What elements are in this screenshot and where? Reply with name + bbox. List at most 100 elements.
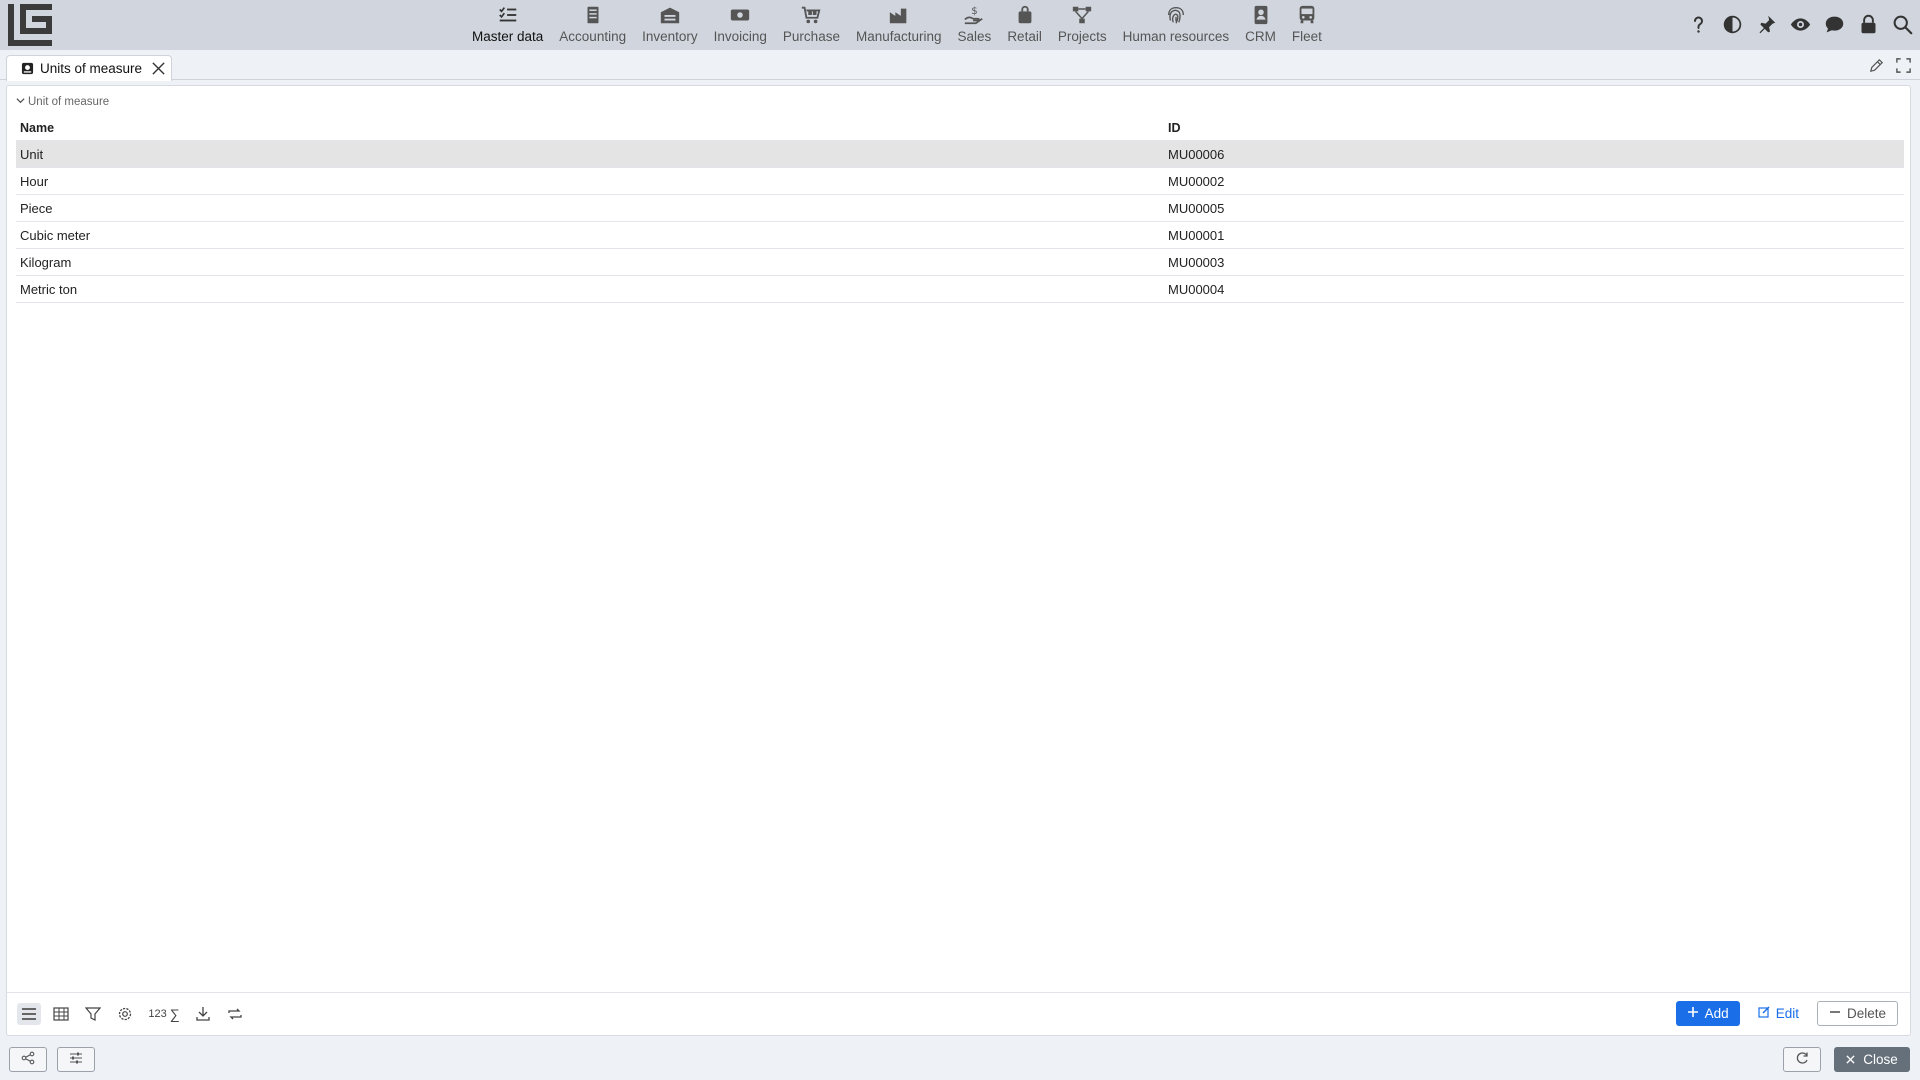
bus-icon [1295,4,1319,26]
gear-icon[interactable] [113,1003,137,1025]
shopping-bag-icon [1013,4,1037,26]
project-tree-icon [1070,4,1094,26]
chat-icon[interactable] [1822,12,1846,36]
share-button[interactable] [9,1047,47,1072]
module-projects[interactable]: Projects [1050,0,1115,50]
tab-strip-tools [1868,57,1912,74]
filter-icon[interactable] [81,1003,105,1025]
table-row[interactable]: Piece MU00005 [16,195,1904,222]
ruler-icon [21,62,34,75]
module-label: Purchase [782,29,840,44]
add-button[interactable]: Add [1675,1001,1740,1026]
edit-button[interactable]: Edit [1754,1001,1803,1026]
module-label: CRM [1245,29,1276,44]
column-header-id[interactable]: ID [1168,121,1904,135]
cell-name: Unit [20,146,44,162]
module-master-data[interactable]: Master data [464,0,551,50]
module-crm[interactable]: CRM [1237,0,1284,50]
module-label: Inventory [642,29,698,44]
factory-icon [887,4,911,26]
cell-id: MU00005 [1168,200,1225,216]
cell-id: MU00004 [1168,281,1225,297]
delete-button[interactable]: Delete [1816,1001,1898,1026]
help-icon[interactable] [1686,12,1710,36]
section-toggle[interactable]: Unit of measure [16,96,109,108]
settings-sliders-button[interactable] [57,1047,95,1072]
close-button[interactable]: Close [1834,1047,1910,1072]
sum-label: 123 [148,1008,167,1020]
contact-card-icon [1249,4,1273,26]
lock-icon[interactable] [1856,12,1880,36]
sigma-symbol: ∑ [169,1006,180,1022]
reload-icon [1795,1051,1809,1069]
list-view-icon[interactable] [17,1003,41,1025]
section-title: Unit of measure [28,96,110,108]
refresh-icon[interactable] [223,1003,247,1025]
sliders-icon [69,1051,83,1069]
contrast-icon[interactable] [1720,12,1744,36]
cell-id: MU00003 [1168,254,1225,270]
checklist-icon [496,4,520,26]
column-header-name[interactable]: Name [16,121,1168,135]
search-icon[interactable] [1890,12,1914,36]
tab-units-of-measure[interactable]: Units of measure [6,55,172,81]
table-row[interactable]: Hour MU00002 [16,168,1904,195]
pin-icon[interactable] [1754,12,1778,36]
tab-strip: Units of measure [0,50,1920,81]
edit-label: Edit [1775,1006,1799,1021]
header-tools [1686,12,1914,36]
close-tab-icon[interactable] [151,61,166,76]
module-label: Accounting [559,29,627,44]
module-fleet[interactable]: Fleet [1284,0,1330,50]
top-navigation-bar: Master data Accounting Inventory Invoicing P… [0,0,1920,50]
cell-id: MU00002 [1168,173,1225,189]
cell-id: MU00001 [1168,227,1225,243]
delete-label: Delete [1846,1006,1886,1021]
table-row[interactable]: Cubic meter MU00001 [16,222,1904,249]
cell-name: Piece [20,200,53,216]
plus-icon [1687,1006,1699,1021]
module-label: Master data [472,29,544,44]
pencil-icon[interactable] [1868,57,1885,74]
module-human-resources[interactable]: Human resources [1115,0,1238,50]
grid-toolbar: 123 ∑ Add Edit Delete [7,992,1910,1035]
eye-icon[interactable] [1788,12,1812,36]
sum-toggle-icon[interactable]: 123 ∑ [145,1003,183,1025]
module-sales[interactable]: $ Sales [950,0,1000,50]
table-body: Unit MU00006 Hour MU00002 Piece MU00005 Cubic … [16,141,1904,303]
module-label: Retail [1007,29,1042,44]
module-label: Sales [957,29,992,44]
table-row[interactable]: Unit MU00006 [16,141,1904,168]
module-invoicing[interactable]: Invoicing [706,0,775,50]
cell-name: Cubic meter [20,227,91,243]
module-purchase[interactable]: Purchase [775,0,848,50]
grid-view-icon[interactable] [49,1003,73,1025]
warehouse-icon [658,4,682,26]
fingerprint-icon [1164,4,1188,26]
bottom-bar: Close [0,1044,1920,1080]
fullscreen-icon[interactable] [1895,57,1912,74]
reload-button[interactable] [1783,1047,1821,1072]
svg-text:$: $ [972,6,978,17]
table-row[interactable]: Kilogram MU00003 [16,249,1904,276]
module-label: Projects [1057,29,1107,44]
module-retail[interactable]: Retail [999,0,1050,50]
cell-name: Metric ton [20,281,78,297]
units-of-measure-panel: Unit of measure Name ID Unit MU00006 Hour M… [6,85,1911,1036]
table-row[interactable]: Metric ton MU00004 [16,276,1904,303]
record-actions: Add Edit Delete [1675,1001,1898,1026]
hand-coin-icon: $ [962,4,986,26]
module-label: Fleet [1291,29,1322,44]
app-logo[interactable] [8,4,52,46]
download-icon[interactable] [191,1003,215,1025]
module-menu: Master data Accounting Inventory Invoicing P… [464,0,1330,50]
close-label: Close [1863,1052,1898,1067]
module-manufacturing[interactable]: Manufacturing [848,0,950,50]
units-table: Name ID Unit MU00006 Hour MU00002 Piece MU000… [16,116,1904,303]
module-label: Invoicing [713,29,767,44]
tab-label: Units of measure [40,61,143,76]
module-inventory[interactable]: Inventory [634,0,706,50]
cell-name: Hour [20,173,49,189]
module-accounting[interactable]: Accounting [551,0,634,50]
module-label: Human resources [1122,29,1230,44]
